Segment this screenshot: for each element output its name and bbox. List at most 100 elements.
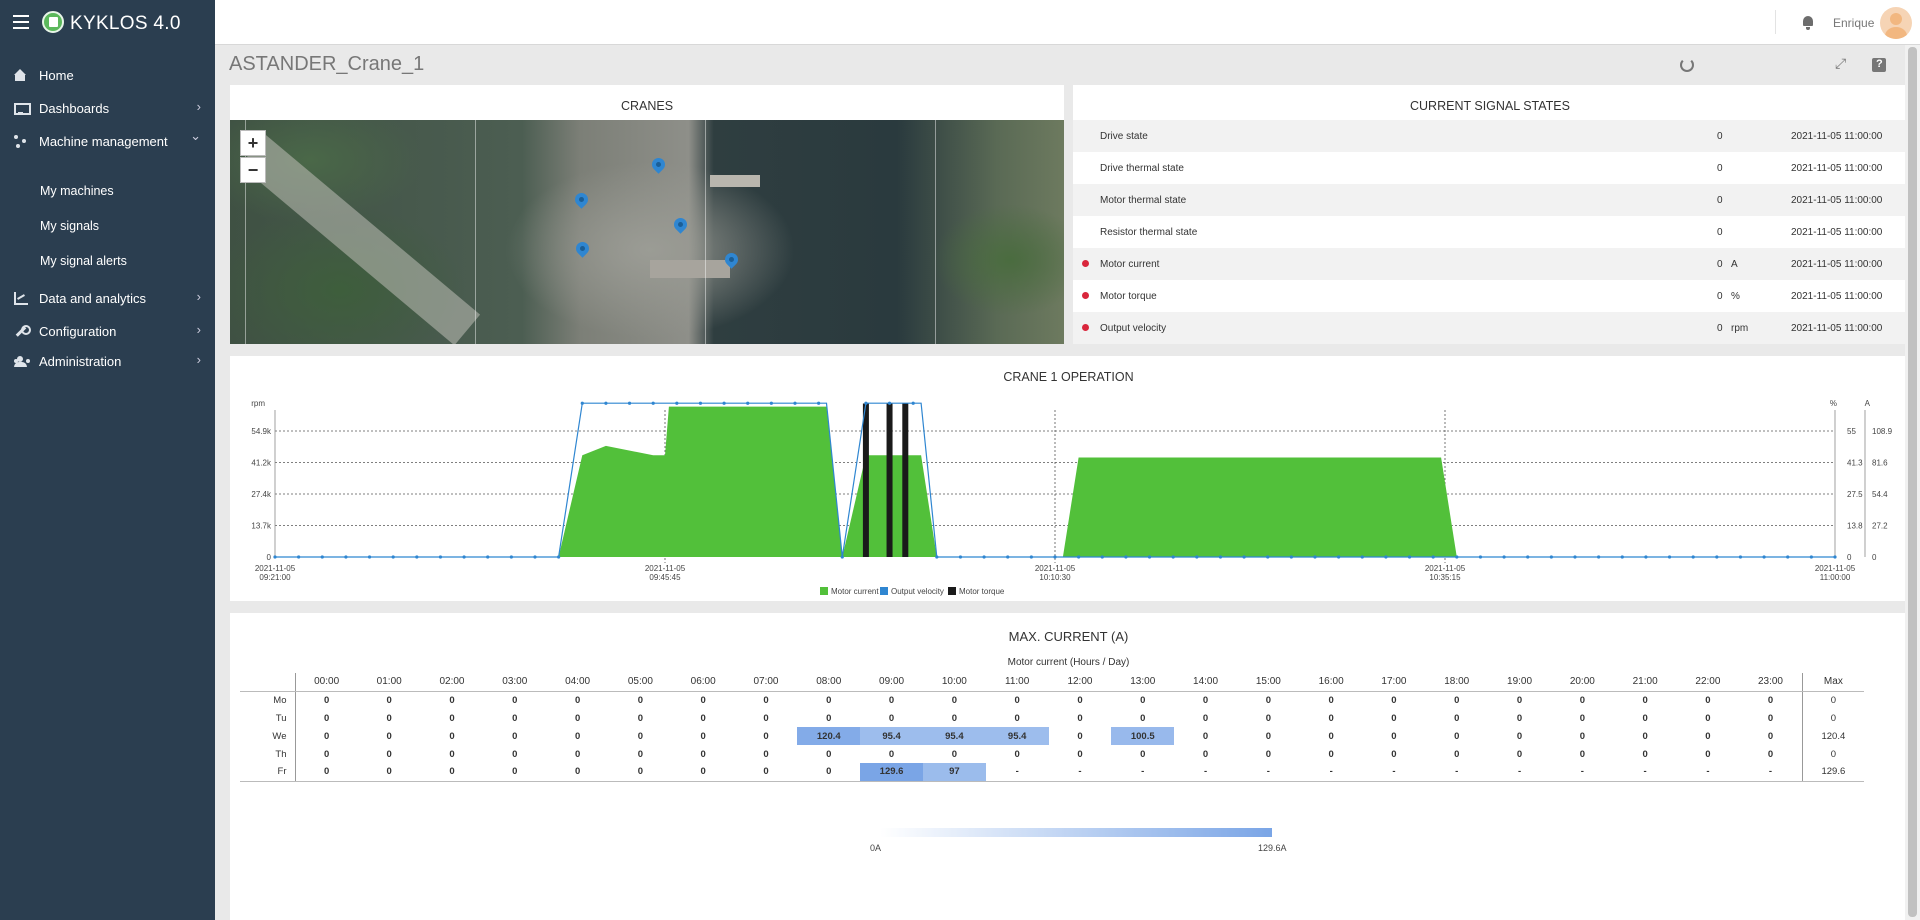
series-output-velocity-point [297,555,301,559]
signal-name: Resistor thermal state [1100,227,1198,238]
series-output-velocity-point [793,401,797,405]
crane-marker[interactable] [573,239,592,258]
hour-header: 15:00 [1236,673,1300,692]
sidebar-subitem-my-machines[interactable]: My machines [40,184,114,206]
x-tick-label-time: 09:45:45 [649,573,681,582]
series-output-velocity-point [486,555,490,559]
crane-marker[interactable] [671,215,690,234]
heatmap-cell: 0 [512,730,518,742]
avatar[interactable] [1880,7,1912,39]
users-icon [14,355,27,367]
series-output-velocity-point [1478,555,1483,559]
map-pier [710,175,760,187]
sidebar-item-configuration[interactable]: Configuration › [0,318,215,346]
bell-icon[interactable] [1802,16,1814,30]
heatmap-cell: 0 [637,694,644,706]
y-axis-label-left: rpm [251,399,265,408]
heatmap-cell: 0 [826,748,832,760]
heatmap-cell: 0 [1014,712,1020,724]
hour-header: 08:00 [797,673,861,692]
heatmap-cell: 0 [449,748,455,760]
signal-name: Output velocity [1100,323,1167,334]
username[interactable]: Enrique [1833,16,1874,30]
zoom-in-button[interactable]: + [240,130,266,156]
heatmap-cell: - [985,763,1049,782]
max-current-heatmap: 00:00 01:00 02:00 03:00 04:00 05:00 06:00 07:00… [240,673,1865,782]
heatmap-cell: 0 [546,763,609,782]
sidebar-item-label: Home [39,68,74,83]
crane-marker[interactable] [649,155,668,174]
sidebar-item-machine-management[interactable]: Machine management ⌄ [0,128,215,156]
series-output-velocity-point [1124,555,1128,559]
heatmap-cell: 0 [324,694,330,706]
heatmap-cell: 0 [1516,694,1523,706]
signal-time: 2021-11-05 11:00:00 [1791,259,1883,270]
max-cell: 120.4 [1801,727,1865,745]
fullscreen-icon[interactable] [1835,55,1849,72]
heatmap-cell: 0 [797,763,861,782]
heatmap-cell: 0 [1077,730,1083,742]
signal-value: 0 [1717,195,1723,206]
heatmap-cell: 0 [888,712,895,724]
hour-header: 02:00 [420,673,484,692]
y-tick-label-right1: 41.3 [1847,459,1863,468]
hour-header: 21:00 [1613,673,1677,692]
heatmap-cell: 0 [324,748,330,760]
signal-row: Motor thermal state 0 2021-11-05 11:00:00 [1073,184,1907,216]
series-output-velocity-point [1360,555,1364,559]
max-cell: 129.6 [1801,763,1865,782]
heatmap-cell: 0 [1265,730,1271,742]
series-output-velocity-point [509,555,513,559]
series-output-velocity-point [1691,555,1695,559]
crane-marker[interactable] [572,190,591,209]
heatmap-cell: 0 [763,712,769,724]
monitor-icon [14,102,31,115]
map-gridline [935,120,936,344]
series-output-velocity-point [1573,555,1577,559]
sidebar-item-label: Administration [39,354,122,369]
series-output-velocity-point [746,401,750,405]
hour-header: 13:00 [1111,673,1175,692]
operation-panel: CRANE 1 OPERATION 0 0 0 13.7k 13.8 27.2 27.4k 2… [230,356,1907,601]
hamburger-menu-icon[interactable] [13,15,29,29]
hour-header: 23:00 [1739,673,1803,692]
heatmap-cell: 0 [512,712,518,724]
sidebar-subitem-my-signals[interactable]: My signals [40,219,99,241]
series-output-velocity-point [1833,555,1837,559]
series-output-velocity-point [1715,555,1719,559]
series-output-velocity-point [1266,555,1270,559]
heatmap-row: Mo 0 0 0 0 0 0 0 0 0 0 0 0 0 0 0 0 0 0 0 0 0 0 0 0 0 [240,691,1865,709]
sidebar-item-home[interactable]: Home [0,62,215,90]
heatmap-cell: 0 [1642,712,1648,724]
cranes-map[interactable]: + − [230,120,1064,344]
user-area: Enrique [1720,0,1920,45]
sidebar-item-label: Data and analytics [39,291,146,306]
series-output-velocity-point [1029,555,1033,559]
sidebar-item-data-analytics[interactable]: Data and analytics › [0,285,215,313]
chevron-right-icon: › [196,289,201,304]
heatmap-cell: 0 [1265,694,1271,706]
series-output-velocity-point [415,555,419,559]
refresh-icon[interactable] [1680,58,1694,72]
hour-header: 14:00 [1174,673,1237,692]
scrollbar[interactable] [1905,45,1920,920]
sidebar-subitem-my-signal-alerts[interactable]: My signal alerts [40,254,127,276]
heatmap-cell: 0 [1767,694,1774,706]
heatmap-cell: 0 [483,763,547,782]
help-icon[interactable] [1872,58,1886,72]
heatmap-cell: 100.5 [1111,727,1175,745]
legend-swatch [820,587,828,595]
y-tick-label-right2: 108.9 [1872,427,1893,436]
hour-header: 11:00 [985,673,1049,692]
cranes-panel: CRANES + − [230,85,1064,344]
heatmap-cell: 95.4 [922,727,986,745]
heatmap-subtitle: Motor current (Hours / Day) [1007,657,1130,668]
signal-value: 0 [1717,131,1723,142]
sidebar-item-dashboards[interactable]: Dashboards › [0,95,215,123]
x-tick-label: 2021-11-05 [645,564,686,573]
scrollbar-thumb[interactable] [1908,47,1917,917]
heatmap-cell: 0 [888,748,895,760]
sidebar-item-administration[interactable]: Administration › [0,348,215,376]
heatmap-cell: - [1174,763,1237,782]
zoom-out-button[interactable]: − [240,157,266,183]
